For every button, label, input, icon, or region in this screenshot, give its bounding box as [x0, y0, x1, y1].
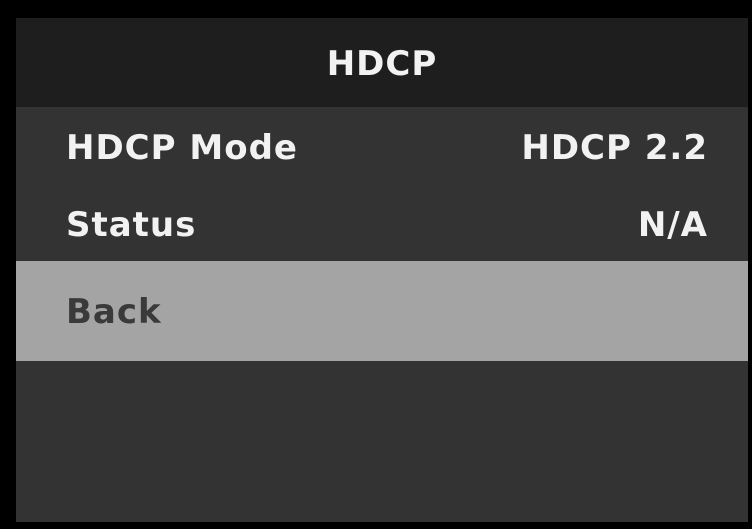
hdcp-mode-value: HDCP 2.2: [521, 128, 708, 168]
menu-item-status[interactable]: Status N/A: [16, 189, 748, 261]
menu-empty-area: [16, 361, 748, 522]
menu-item-back[interactable]: Back: [16, 261, 748, 361]
back-label: Back: [66, 292, 162, 332]
menu-title: HDCP: [326, 43, 438, 84]
device-screen-frame: HDCP HDCP Mode HDCP 2.2 Status N/A Back: [0, 0, 752, 529]
hdcp-menu-screen: HDCP HDCP Mode HDCP 2.2 Status N/A Back: [16, 18, 748, 522]
hdcp-mode-label: HDCP Mode: [66, 128, 298, 168]
menu-item-hdcp-mode[interactable]: HDCP Mode HDCP 2.2: [16, 107, 748, 189]
menu-title-bar: HDCP: [16, 18, 748, 107]
status-label: Status: [66, 205, 197, 245]
status-value: N/A: [637, 205, 708, 245]
